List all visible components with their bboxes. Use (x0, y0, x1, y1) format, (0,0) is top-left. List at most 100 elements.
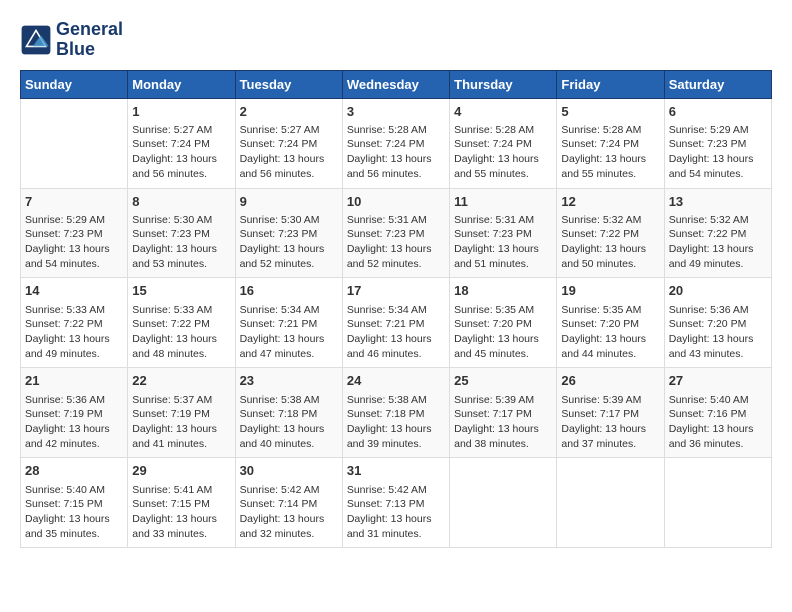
header-day-saturday: Saturday (664, 70, 771, 98)
day-info: Sunrise: 5:42 AM Sunset: 7:14 PM Dayligh… (240, 483, 338, 542)
calendar-cell: 10 Sunrise: 5:31 AM Sunset: 7:23 PM Dayli… (342, 188, 449, 278)
day-info: Sunrise: 5:42 AM Sunset: 7:13 PM Dayligh… (347, 483, 445, 542)
calendar-table: SundayMondayTuesdayWednesdayThursdayFrid… (20, 70, 772, 549)
calendar-cell: 8 Sunrise: 5:30 AM Sunset: 7:23 PM Daylig… (128, 188, 235, 278)
week-row-5: 28Sunrise: 5:40 AM Sunset: 7:15 PM Dayli… (21, 458, 772, 548)
day-info: Sunrise: 5:32 AM Sunset: 7:22 PM Dayligh… (669, 213, 767, 272)
day-number: 19 (561, 282, 659, 300)
calendar-cell: 11 Sunrise: 5:31 AM Sunset: 7:23 PM Dayli… (450, 188, 557, 278)
day-info: Sunrise: 5:36 AM Sunset: 7:19 PM Dayligh… (25, 393, 123, 452)
day-number: 24 (347, 372, 445, 390)
calendar-cell: 1Sunrise: 5:27 AM Sunset: 7:24 PM Daylig… (128, 98, 235, 188)
day-info: Sunrise: 5:29 AM Sunset: 7:23 PM Dayligh… (669, 123, 767, 182)
day-info: Sunrise: 5:36 AM Sunset: 7:20 PM Dayligh… (669, 303, 767, 362)
day-number: 15 (132, 282, 230, 300)
day-info: Sunrise: 5:38 AM Sunset: 7:18 PM Dayligh… (347, 393, 445, 452)
week-row-4: 21 Sunrise: 5:36 AM Sunset: 7:19 PM Dayli… (21, 368, 772, 458)
day-number: 13 (669, 193, 767, 211)
day-number: 27 (669, 372, 767, 390)
day-number: 26 (561, 372, 659, 390)
day-info: Sunrise: 5:39 AM Sunset: 7:17 PM Dayligh… (454, 393, 552, 452)
calendar-cell: 30 Sunrise: 5:42 AM Sunset: 7:14 PM Dayli… (235, 458, 342, 548)
day-info: Sunrise: 5:39 AM Sunset: 7:17 PM Dayligh… (561, 393, 659, 452)
calendar-cell: 3 Sunrise: 5:28 AM Sunset: 7:24 PM Daylig… (342, 98, 449, 188)
day-number: 1 (132, 103, 230, 121)
day-info: Sunrise: 5:33 AM Sunset: 7:22 PM Dayligh… (25, 303, 123, 362)
day-number: 20 (669, 282, 767, 300)
header-day-thursday: Thursday (450, 70, 557, 98)
day-info: Sunrise: 5:29 AM Sunset: 7:23 PM Dayligh… (25, 213, 123, 272)
calendar-cell: 23Sunrise: 5:38 AM Sunset: 7:18 PM Dayli… (235, 368, 342, 458)
day-number: 11 (454, 193, 552, 211)
calendar-cell: 26 Sunrise: 5:39 AM Sunset: 7:17 PM Dayli… (557, 368, 664, 458)
day-info: Sunrise: 5:35 AM Sunset: 7:20 PM Dayligh… (561, 303, 659, 362)
calendar-cell: 29Sunrise: 5:41 AM Sunset: 7:15 PM Dayli… (128, 458, 235, 548)
calendar-cell: 2 Sunrise: 5:27 AM Sunset: 7:24 PM Daylig… (235, 98, 342, 188)
day-info: Sunrise: 5:31 AM Sunset: 7:23 PM Dayligh… (347, 213, 445, 272)
calendar-cell: 15 Sunrise: 5:33 AM Sunset: 7:22 PM Dayli… (128, 278, 235, 368)
logo-icon (20, 24, 52, 56)
day-info: Sunrise: 5:28 AM Sunset: 7:24 PM Dayligh… (454, 123, 552, 182)
calendar-cell: 21 Sunrise: 5:36 AM Sunset: 7:19 PM Dayli… (21, 368, 128, 458)
calendar-cell: 22Sunrise: 5:37 AM Sunset: 7:19 PM Dayli… (128, 368, 235, 458)
day-number: 12 (561, 193, 659, 211)
day-info: Sunrise: 5:40 AM Sunset: 7:16 PM Dayligh… (669, 393, 767, 452)
calendar-cell: 19 Sunrise: 5:35 AM Sunset: 7:20 PM Dayli… (557, 278, 664, 368)
header-day-sunday: Sunday (21, 70, 128, 98)
week-row-1: 1 Sunrise: 5:27 AM Sunset: 7:24 PM Daylig… (21, 98, 772, 188)
day-info: Sunrise: 5:31 AM Sunset: 7:23 PM Dayligh… (454, 213, 552, 272)
calendar-cell: 25 Sunrise: 5:39 AM Sunset: 7:17 PM Dayli… (450, 368, 557, 458)
calendar-cell: 18Sunrise: 5:35 AM Sunset: 7:20 PM Dayli… (450, 278, 557, 368)
day-number: 2 (240, 103, 338, 121)
day-info: Sunrise: 5:33 AM Sunset: 7:22 PM Dayligh… (132, 303, 230, 362)
day-number: 5 (561, 103, 659, 121)
day-info: Sunrise: 5:34 AM Sunset: 7:21 PM Dayligh… (240, 303, 338, 362)
page-header: General Blue (20, 20, 772, 60)
day-info: Sunrise: 5:32 AM Sunset: 7:22 PM Dayligh… (561, 213, 659, 272)
calendar-cell: 20 Sunrise: 5:36 AM Sunset: 7:20 PM Dayli… (664, 278, 771, 368)
calendar-cell: 12 Sunrise: 5:32 AM Sunset: 7:22 PM Dayli… (557, 188, 664, 278)
calendar-cell (450, 458, 557, 548)
calendar-cell: 27 Sunrise: 5:40 AM Sunset: 7:16 PM Dayli… (664, 368, 771, 458)
calendar-cell: 13 Sunrise: 5:32 AM Sunset: 7:22 PM Dayli… (664, 188, 771, 278)
header-day-friday: Friday (557, 70, 664, 98)
day-number: 14 (25, 282, 123, 300)
day-number: 4 (454, 103, 552, 121)
calendar-cell: 4 Sunrise: 5:28 AM Sunset: 7:24 PM Daylig… (450, 98, 557, 188)
calendar-cell: 14 Sunrise: 5:33 AM Sunset: 7:22 PM Dayli… (21, 278, 128, 368)
calendar-cell: 24 Sunrise: 5:38 AM Sunset: 7:18 PM Dayli… (342, 368, 449, 458)
week-row-2: 7 Sunrise: 5:29 AM Sunset: 7:23 PM Daylig… (21, 188, 772, 278)
day-info: Sunrise: 5:27 AM Sunset: 7:24 PM Dayligh… (240, 123, 338, 182)
calendar-cell: 17Sunrise: 5:34 AM Sunset: 7:21 PM Dayli… (342, 278, 449, 368)
day-number: 9 (240, 193, 338, 211)
day-info: Sunrise: 5:30 AM Sunset: 7:23 PM Dayligh… (132, 213, 230, 272)
day-number: 16 (240, 282, 338, 300)
day-number: 23 (240, 372, 338, 390)
day-number: 3 (347, 103, 445, 121)
calendar-cell: 6 Sunrise: 5:29 AM Sunset: 7:23 PM Daylig… (664, 98, 771, 188)
day-number: 21 (25, 372, 123, 390)
calendar-cell: 31 Sunrise: 5:42 AM Sunset: 7:13 PM Dayli… (342, 458, 449, 548)
calendar-cell (664, 458, 771, 548)
day-number: 7 (25, 193, 123, 211)
day-number: 31 (347, 462, 445, 480)
calendar-cell: 28Sunrise: 5:40 AM Sunset: 7:15 PM Dayli… (21, 458, 128, 548)
day-number: 8 (132, 193, 230, 211)
day-info: Sunrise: 5:28 AM Sunset: 7:24 PM Dayligh… (347, 123, 445, 182)
header-day-monday: Monday (128, 70, 235, 98)
calendar-cell: 7 Sunrise: 5:29 AM Sunset: 7:23 PM Daylig… (21, 188, 128, 278)
calendar-cell: 16 Sunrise: 5:34 AM Sunset: 7:21 PM Dayli… (235, 278, 342, 368)
logo-text: General Blue (56, 20, 123, 60)
calendar-cell (21, 98, 128, 188)
day-number: 17 (347, 282, 445, 300)
day-info: Sunrise: 5:37 AM Sunset: 7:19 PM Dayligh… (132, 393, 230, 452)
header-day-tuesday: Tuesday (235, 70, 342, 98)
week-row-3: 14 Sunrise: 5:33 AM Sunset: 7:22 PM Dayli… (21, 278, 772, 368)
day-number: 25 (454, 372, 552, 390)
day-info: Sunrise: 5:30 AM Sunset: 7:23 PM Dayligh… (240, 213, 338, 272)
day-number: 30 (240, 462, 338, 480)
day-info: Sunrise: 5:40 AM Sunset: 7:15 PM Dayligh… (25, 483, 123, 542)
calendar-cell (557, 458, 664, 548)
day-number: 6 (669, 103, 767, 121)
day-number: 10 (347, 193, 445, 211)
